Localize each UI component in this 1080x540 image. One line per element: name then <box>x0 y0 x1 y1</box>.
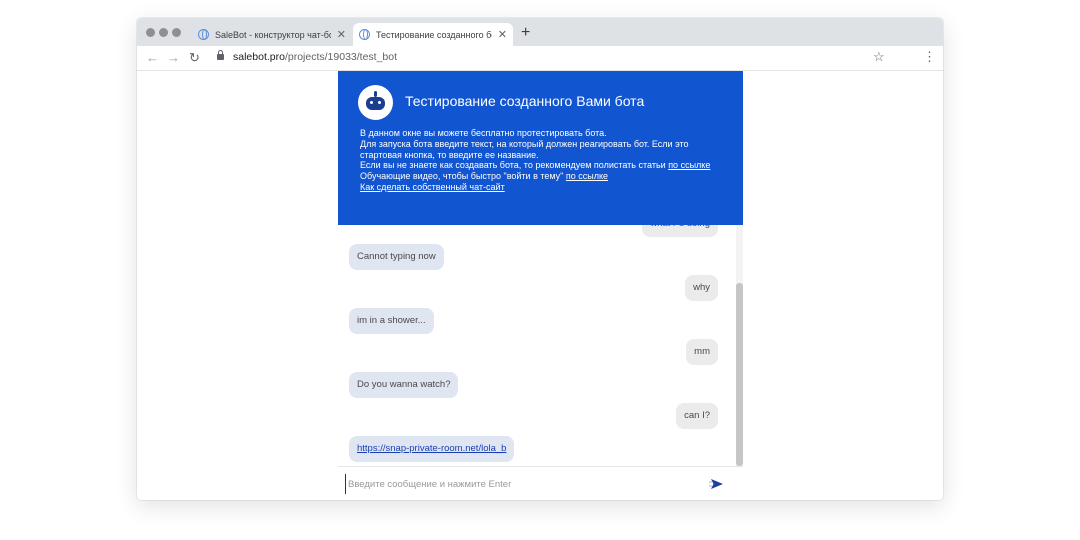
reload-icon[interactable]: ↻ <box>189 50 200 66</box>
tab-bar: SaleBot - конструктор чат-бо ✕ Тестирова… <box>137 18 943 46</box>
url-path: /projects/19033/test_bot <box>284 51 398 63</box>
star-icon[interactable]: ☆ <box>873 49 885 65</box>
bot-message: im in a shower... <box>349 308 434 334</box>
bot-message: Do you wanna watch? <box>349 372 459 398</box>
user-message: can I? <box>676 403 718 429</box>
articles-text: Если вы не знаете как создавать бота, то… <box>360 160 666 171</box>
new-tab-button[interactable]: + <box>521 24 530 42</box>
globe-icon <box>198 29 209 40</box>
maximize-window-dot[interactable] <box>172 28 181 37</box>
widget-title: Тестирование созданного Вами бота <box>405 93 645 109</box>
forward-arrow-icon[interactable]: → <box>167 50 180 66</box>
tab-title: SaleBot - конструктор чат-бо <box>215 29 331 40</box>
message-input[interactable] <box>345 474 695 494</box>
articles-link[interactable]: по ссылке <box>668 160 710 170</box>
tab-salebot[interactable]: SaleBot - конструктор чат-бо ✕ <box>192 23 352 46</box>
back-arrow-icon[interactable]: ← <box>146 50 159 66</box>
video-line: Обучающие видео, чтобы быстро "войти в т… <box>360 171 730 182</box>
lock-icon <box>217 50 224 60</box>
chat-scrollbar[interactable] <box>736 221 743 466</box>
bot-avatar <box>358 85 393 120</box>
video-link[interactable]: по ссылке <box>566 171 608 181</box>
robot-icon <box>366 97 385 110</box>
close-window-dot[interactable] <box>146 28 155 37</box>
bot-message: Cannot typing now <box>349 244 444 270</box>
tab-test-bot[interactable]: Тестирование созданного бо ✕ <box>353 23 513 46</box>
composer <box>338 466 743 500</box>
user-message: why <box>685 275 718 301</box>
address-bar[interactable]: salebot.pro/projects/19033/test_bot <box>233 51 397 63</box>
browser-window: SaleBot - конструктор чат-бо ✕ Тестирова… <box>137 18 943 500</box>
widget-header: Тестирование созданного Вами бота В данн… <box>338 71 743 225</box>
articles-line: Если вы не знаете как создавать бота, то… <box>360 160 730 171</box>
widget-intro: В данном окне вы можете бесплатно протес… <box>360 128 730 193</box>
tab-title: Тестирование созданного бо <box>376 29 492 40</box>
send-icon[interactable] <box>709 476 725 492</box>
chat-messages[interactable]: what r u doing Cannot typing now why im … <box>338 221 736 466</box>
close-icon[interactable]: ✕ <box>337 28 346 41</box>
minimize-window-dot[interactable] <box>159 28 168 37</box>
intro-line: В данном окне вы можете бесплатно протес… <box>360 128 607 138</box>
url-host: salebot.pro <box>233 51 285 63</box>
bot-test-widget: Тестирование созданного Вами бота В данн… <box>338 71 743 500</box>
user-message: mm <box>686 339 718 365</box>
site-line: Как сделать собственный чат-сайт <box>360 182 730 193</box>
kebab-menu-icon[interactable]: ⋮ <box>923 49 936 65</box>
close-icon[interactable]: ✕ <box>498 28 507 41</box>
video-text: Обучающие видео, чтобы быстро "войти в т… <box>360 171 564 182</box>
bot-link-message[interactable]: https://snap-private-room.net/lola_b <box>349 436 515 462</box>
address-toolbar: ← → ↻ salebot.pro/projects/19033/test_bo… <box>137 46 943 71</box>
scroll-thumb[interactable] <box>736 283 743 466</box>
chat-site-link[interactable]: Как сделать собственный чат-сайт <box>360 182 505 192</box>
intro-line: Для запуска бота введите текст, на котор… <box>360 138 689 160</box>
globe-icon <box>359 29 370 40</box>
